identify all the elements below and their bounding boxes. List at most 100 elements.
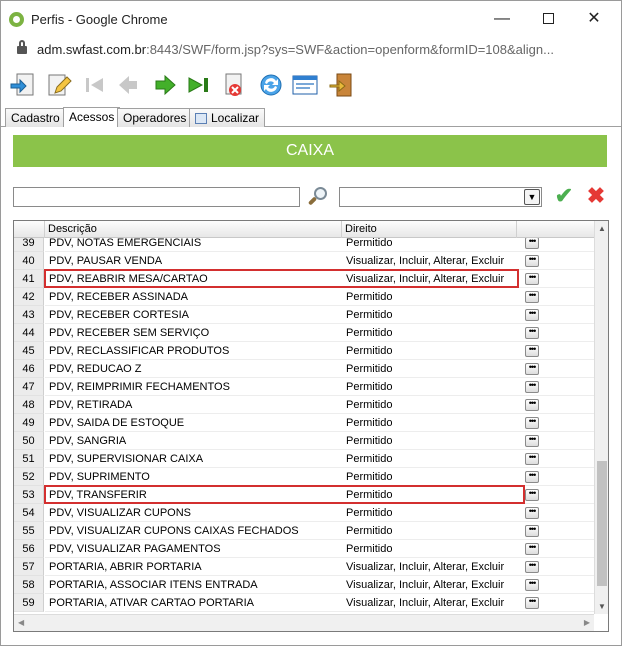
table-row[interactable]: 44 PDV, RECEBER SEM SERVIÇO Permitido ••• [14,324,594,342]
minimize-button[interactable]: — [479,1,525,37]
row-number: 42 [14,288,44,306]
chevron-down-icon[interactable]: ▼ [524,189,540,205]
row-details-button[interactable]: ••• [525,543,539,555]
row-details-button[interactable]: ••• [525,345,539,357]
table-row[interactable]: 48 PDV, RETIRADA Permitido ••• [14,396,594,414]
row-number: 53 [14,486,44,504]
row-actions: ••• [517,288,594,306]
row-details-button[interactable]: ••• [525,453,539,465]
row-details-button[interactable]: ••• [525,399,539,411]
table-row[interactable]: 56 PDV, VISUALIZAR PAGAMENTOS Permitido ••• [14,540,594,558]
row-details-button[interactable]: ••• [525,489,539,501]
previous-record-icon[interactable] [115,71,143,99]
row-details-button[interactable]: ••• [525,291,539,303]
cancel-x-icon[interactable]: ✖ [585,185,607,207]
row-permission: Permitido [342,288,517,306]
row-details-button[interactable]: ••• [525,597,539,609]
row-permission: Permitido [342,504,517,522]
row-details-button[interactable]: ••• [525,238,539,249]
tab-operadores[interactable]: Operadores [117,108,193,127]
scroll-up-icon[interactable]: ▲ [598,224,606,233]
new-record-icon[interactable] [9,71,37,99]
row-actions: ••• [517,468,594,486]
table-row[interactable]: 58 PORTARIA, ASSOCIAR ITENS ENTRADA Visual… [14,576,594,594]
table-row[interactable]: 46 PDV, REDUCAO Z Permitido ••• [14,360,594,378]
row-permission: Permitido [342,360,517,378]
scroll-left-icon[interactable]: ◀ [18,618,24,627]
row-description: PDV, PAUSAR VENDA [45,252,342,270]
tab-acessos[interactable]: Acessos [63,107,121,127]
table-row[interactable]: 45 PDV, RECLASSIFICAR PRODUTOS Permitido ••… [14,342,594,360]
confirm-check-icon[interactable]: ✔ [553,185,575,207]
row-details-button[interactable]: ••• [525,255,539,267]
row-number: 52 [14,468,44,486]
url-text[interactable]: adm.swfast.com.br:8443/SWF/form.jsp?sys=… [37,42,617,57]
column-descricao[interactable]: Descrição [45,221,342,238]
row-description: PDV, SANGRIA [45,432,342,450]
row-actions: ••• [517,252,594,270]
table-row[interactable]: 43 PDV, RECEBER CORTESIA Permitido ••• [14,306,594,324]
form-view-icon[interactable] [291,71,319,99]
edit-record-icon[interactable] [45,71,73,99]
scroll-right-icon[interactable]: ▶ [584,618,590,627]
first-record-icon[interactable] [81,71,109,99]
row-actions: ••• [517,360,594,378]
row-details-button[interactable]: ••• [525,579,539,591]
table-row[interactable]: 51 PDV, SUPERVISIONAR CAIXA Permitido ••• [14,450,594,468]
actions-header [517,221,594,238]
row-permission: Permitido [342,324,517,342]
table-row[interactable]: 57 PORTARIA, ABRIR PORTARIA Visualizar, In… [14,558,594,576]
row-description: PORTARIA, ASSOCIAR ITENS ENTRADA [45,576,342,594]
row-description: PDV, RETIRADA [45,396,342,414]
row-description: PDV, SUPERVISIONAR CAIXA [45,450,342,468]
scroll-thumb[interactable] [597,461,607,586]
table-row[interactable]: 52 PDV, SUPRIMENTO Permitido ••• [14,468,594,486]
row-details-button[interactable]: ••• [525,525,539,537]
table-row[interactable]: 55 PDV, VISUALIZAR CUPONS CAIXAS FECHADOS… [14,522,594,540]
table-row[interactable]: 39 PDV, NOTAS EMERGENCIAIS Permitido ••• [14,238,594,252]
filter-input[interactable] [13,187,300,207]
row-permission: Visualizar, Incluir, Alterar, Excluir [342,558,517,576]
table-row[interactable]: 59 PORTARIA, ATIVAR CARTAO PORTARIA Visual… [14,594,594,612]
row-details-button[interactable]: ••• [525,435,539,447]
row-details-button[interactable]: ••• [525,381,539,393]
table-row[interactable]: 40 PDV, PAUSAR VENDA Visualizar, Incluir, … [14,252,594,270]
last-record-icon[interactable] [185,71,213,99]
row-details-button[interactable]: ••• [525,309,539,321]
table-row[interactable]: 50 PDV, SANGRIA Permitido ••• [14,432,594,450]
refresh-icon[interactable] [257,71,285,99]
row-actions: ••• [517,450,594,468]
table-row[interactable]: 54 PDV, VISUALIZAR CUPONS Permitido ••• [14,504,594,522]
row-permission: Visualizar, Incluir, Alterar, Excluir [342,594,517,612]
row-number: 56 [14,540,44,558]
delete-record-icon[interactable] [221,71,249,99]
tab-cadastro[interactable]: Cadastro [5,108,66,127]
maximize-button[interactable] [525,1,571,37]
row-details-button[interactable]: ••• [525,561,539,573]
scroll-down-icon[interactable]: ▼ [598,602,606,611]
table-row[interactable]: 47 PDV, REIMPRIMIR FECHAMENTOS Permitido ••… [14,378,594,396]
table-row[interactable]: 42 PDV, RECEBER ASSINADA Permitido ••• [14,288,594,306]
vertical-scrollbar[interactable]: ▲ ▼ [594,221,608,614]
search-icon[interactable] [307,186,329,208]
row-actions: ••• [517,540,594,558]
next-record-icon[interactable] [151,71,179,99]
address-bar[interactable]: adm.swfast.com.br:8443/SWF/form.jsp?sys=… [1,37,621,63]
horizontal-scrollbar[interactable]: ◀ ▶ [14,614,594,631]
row-details-button[interactable]: ••• [525,507,539,519]
tab-localizar[interactable]: Localizar [189,108,266,127]
row-details-button[interactable]: ••• [525,417,539,429]
row-details-button[interactable]: ••• [525,363,539,375]
row-actions: ••• [517,486,594,504]
row-number: 54 [14,504,44,522]
filter-select[interactable]: ▼ [339,187,542,207]
column-direito[interactable]: Direito [342,221,517,238]
row-actions: ••• [517,414,594,432]
table-row[interactable]: 49 PDV, SAIDA DE ESTOQUE Permitido ••• [14,414,594,432]
row-details-button[interactable]: ••• [525,471,539,483]
exit-icon[interactable] [327,71,355,99]
row-details-button[interactable]: ••• [525,327,539,339]
row-details-button[interactable]: ••• [525,273,539,285]
row-description: PDV, SAIDA DE ESTOQUE [45,414,342,432]
close-button[interactable]: ✕ [571,1,617,37]
